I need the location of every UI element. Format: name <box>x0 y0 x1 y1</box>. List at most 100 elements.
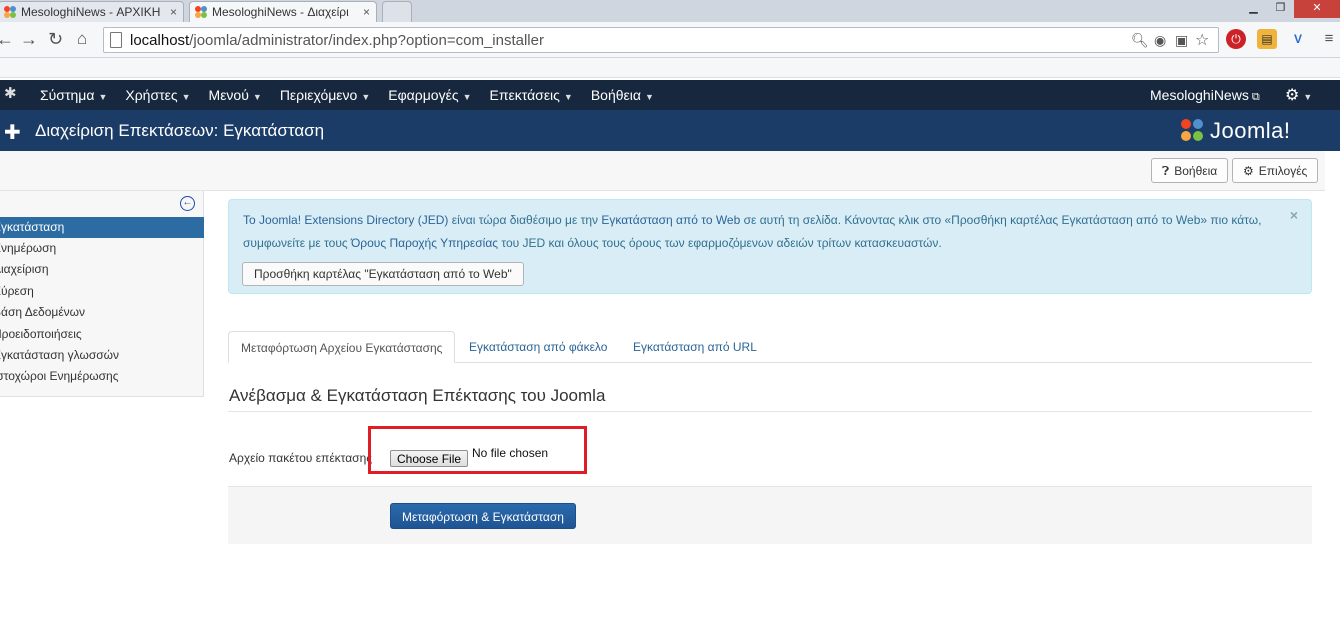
gear-icon: ⚙ <box>1243 164 1254 178</box>
sidebar-item-discover[interactable]: Εύρεση <box>0 281 204 302</box>
sidebar-item-install[interactable]: Εγκατάσταση <box>0 217 204 238</box>
menu-label: Περιεχόμενο <box>279 87 358 103</box>
add-install-from-web-tab-button[interactable]: Προσθήκη καρτέλας "Εγκατάσταση από το We… <box>242 262 524 286</box>
browser-tab-active[interactable]: MesologhiNews - Διαχείρι × <box>189 1 377 22</box>
menu-content[interactable]: Περιεχόμενο ▼ <box>271 80 379 110</box>
menu-icon[interactable]: ≡ <box>1319 29 1339 49</box>
browser-tabstrip: MesologhiNews - ΑΡΧΙΚΗ × MesologhiNews -… <box>0 0 1340 22</box>
sidebar-item-label: Διαχείριση <box>0 262 49 276</box>
external-link-icon: ⧉ <box>1251 91 1260 103</box>
gear-icon[interactable]: ⚙ ▼ <box>1285 85 1312 105</box>
tab-close-icon[interactable]: × <box>170 5 177 19</box>
tab-close-icon[interactable]: × <box>363 5 370 19</box>
forward-icon[interactable]: → <box>20 29 38 50</box>
action-toolbar: ❓︎ Βοήθεια ⚙ Επιλογές <box>0 151 1340 191</box>
options-button[interactable]: ⚙ Επιλογές <box>1232 158 1319 183</box>
site-name: MesologhiNews <box>1150 87 1249 103</box>
sidebar-item-label: Ενημέρωση <box>0 241 57 255</box>
help-button[interactable]: ❓︎ Βοήθεια <box>1151 158 1229 183</box>
install-from-web-link[interactable]: Εγκατάσταση από το Web <box>601 213 740 227</box>
browser-tab-title: MesologhiNews - ΑΡΧΙΚΗ <box>21 5 161 19</box>
menu-label: Εφαρμογές <box>388 87 459 103</box>
sidebar: ← Εγκατάσταση Ενημέρωση Διαχείριση Εύρεσ… <box>0 191 204 397</box>
form-actions: Μεταφόρτωση & Εγκατάσταση <box>228 486 1312 544</box>
sidebar-item-manage[interactable]: Διαχείριση <box>0 259 204 280</box>
tab-install-from-folder[interactable]: Εγκατάσταση από φάκελο <box>457 331 619 363</box>
address-bar[interactable]: localhost/joomla/administrator/index.php… <box>103 27 1219 53</box>
alert-text: σε αυτή τη σελίδα. Κάνοντας κλικ στο «Πρ… <box>740 213 1262 227</box>
reload-icon[interactable]: ↻ <box>48 29 63 50</box>
window-close-icon[interactable]: ✕ <box>1294 0 1340 18</box>
sidebar-item-label: Εγκατάσταση γλωσσών <box>0 348 119 362</box>
caret-down-icon: ▼ <box>645 92 654 102</box>
back-icon[interactable]: ← <box>0 29 14 50</box>
home-icon[interactable]: ⌂ <box>77 29 87 49</box>
terms-of-service-link[interactable]: Όρους Παροχής Υπηρεσίας <box>351 236 498 250</box>
joomla-logo-icon <box>1181 119 1203 141</box>
highlight-annotation <box>368 426 587 474</box>
alert-text: είναι τώρα διαθέσιμο με την <box>448 213 602 227</box>
extension-icon[interactable]: V <box>1288 29 1308 49</box>
new-tab-button[interactable] <box>382 1 412 22</box>
alert-text: του JED και όλους τους όρους των εφαρμοζ… <box>498 236 942 250</box>
caret-down-icon: ▼ <box>181 92 191 102</box>
menu-menus[interactable]: Μενού ▼ <box>200 80 271 110</box>
puzzle-icon: ✚ <box>4 122 21 144</box>
caret-down-icon: ▼ <box>563 92 573 102</box>
menu-components[interactable]: Εφαρμογές ▼ <box>379 80 480 110</box>
help-label: Βοήθεια <box>1174 164 1218 178</box>
divider <box>228 411 1312 412</box>
caret-down-icon: ▼ <box>98 92 108 102</box>
upload-install-button[interactable]: Μεταφόρτωση & Εγκατάσταση <box>390 503 576 529</box>
extension-icon[interactable]: ⏻ <box>1226 29 1246 49</box>
upload-heading: Ανέβασμα & Εγκατάσταση Επέκτασης του Joo… <box>229 386 606 405</box>
joomla-favicon-icon <box>4 6 16 18</box>
menu-help[interactable]: Βοήθεια ▼ <box>582 80 663 110</box>
url-text: localhost/joomla/administrator/index.php… <box>130 32 544 49</box>
tab-install-from-url[interactable]: Εγκατάσταση από URL <box>621 331 769 363</box>
menu-label: Βοήθεια <box>590 87 641 103</box>
close-icon[interactable]: × <box>1290 207 1298 223</box>
zoom-icon[interactable]: 🔍︎ <box>1131 32 1149 49</box>
sidebar-item-install-languages[interactable]: Εγκατάσταση γλωσσών <box>0 345 204 366</box>
sidebar-item-warnings[interactable]: Προειδοποιήσεις <box>0 324 204 345</box>
site-link[interactable]: MesologhiNews ⧉ <box>1150 87 1260 104</box>
page-header: ✚ Διαχείριση Επεκτάσεων: Εγκατάσταση Joo… <box>0 110 1340 151</box>
sidebar-item-update-sites[interactable]: Ιστοχώροι Ενημέρωσης <box>0 366 204 387</box>
menu-label: Χρήστες <box>125 87 178 103</box>
joomla-logo-text: Joomla! <box>1210 118 1291 143</box>
star-icon[interactable]: ☆ <box>1195 30 1209 50</box>
browser-tab[interactable]: MesologhiNews - ΑΡΧΙΚΗ × <box>0 1 184 22</box>
maximize-icon[interactable]: ❐ <box>1267 0 1294 18</box>
url-path: /joomla/administrator/index.php?option=c… <box>189 32 544 49</box>
url-host: localhost <box>130 32 190 49</box>
sidebar-item-label: Εγκατάσταση <box>0 220 65 234</box>
joomla-favicon-icon <box>195 6 207 18</box>
sidebar-item-database[interactable]: Βάση Δεδομένων <box>0 302 204 323</box>
menu-users[interactable]: Χρήστες ▼ <box>116 80 199 110</box>
package-file-label: Αρχείο πακέτου επέκτασης <box>229 451 373 465</box>
minimize-icon[interactable]: ▁ <box>1240 0 1267 18</box>
options-label: Επιλογές <box>1258 164 1308 178</box>
menu-label: Μενού <box>208 87 249 103</box>
bookmarks-bar <box>0 58 1340 78</box>
translate-icon[interactable]: ▣ <box>1175 32 1188 49</box>
page-icon <box>110 32 122 48</box>
question-icon: ❓︎ <box>1162 164 1170 178</box>
scrollbar[interactable] <box>1325 151 1340 628</box>
sidebar-item-update[interactable]: Ενημέρωση <box>0 238 204 259</box>
alert-text: συμφωνείτε με τους <box>243 236 351 250</box>
menu-system[interactable]: Σύστημα ▼ <box>31 80 116 110</box>
jed-link[interactable]: Το Joomla! Extensions Directory (JED) <box>243 213 448 227</box>
joomla-icon[interactable]: ✱ <box>4 86 20 102</box>
extension-icon[interactable]: ▤ <box>1257 29 1277 49</box>
menu-label: Σύστημα <box>40 87 95 103</box>
bulb-icon[interactable]: ◉ <box>1154 32 1166 49</box>
window-controls: ▁ ❐ ✕ <box>1240 0 1340 18</box>
collapse-sidebar-icon[interactable]: ← <box>180 196 195 211</box>
caret-down-icon: ▼ <box>361 92 371 102</box>
install-tabs: Μεταφόρτωση Αρχείου Εγκατάστασης Εγκατάσ… <box>228 331 1312 363</box>
menu-extensions[interactable]: Επεκτάσεις ▼ <box>481 80 582 110</box>
tab-upload-package[interactable]: Μεταφόρτωση Αρχείου Εγκατάστασης <box>228 331 456 363</box>
admin-menu: Σύστημα ▼ Χρήστες ▼ Μενού ▼ Περιεχόμενο ▼ Εφ… <box>31 80 663 110</box>
